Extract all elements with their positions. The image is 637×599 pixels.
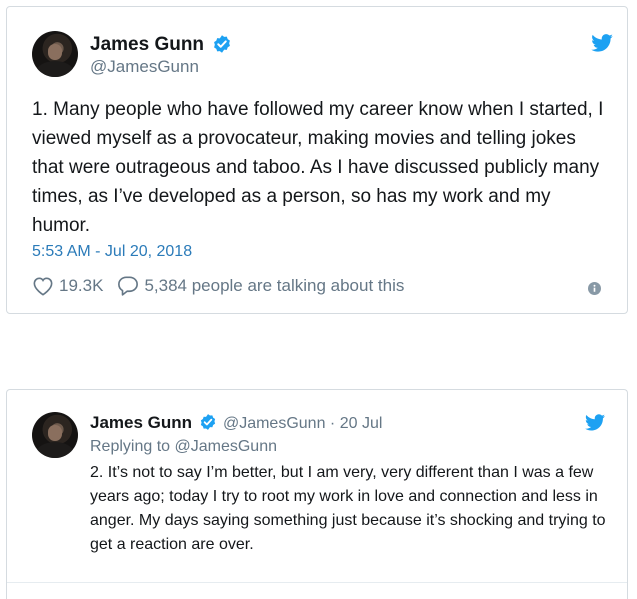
tweet-text: 1. Many people who have followed my care… (32, 99, 604, 236)
author-handle[interactable]: @JamesGunn (90, 57, 199, 77)
speech-bubble-icon (118, 276, 139, 296)
twitter-bird-icon[interactable] (585, 414, 605, 431)
conversation-button[interactable]: 5,384 people are talking about this (117, 275, 404, 296)
timestamp-link[interactable]: 5:53 AM - Jul 20, 2018 (32, 243, 192, 261)
avatar[interactable] (32, 31, 78, 77)
tweet-card-2: James Gunn @JamesGunn · 20 Jul Replying … (6, 389, 628, 599)
heart-icon (33, 276, 53, 296)
card-divider (7, 582, 627, 583)
author-name[interactable]: James Gunn (90, 413, 192, 432)
like-button[interactable]: 19.3K (32, 276, 103, 296)
verified-badge-icon (213, 35, 230, 54)
twitter-bird-icon[interactable] (591, 34, 613, 52)
author-name[interactable]: James Gunn (90, 34, 204, 55)
author-row: James Gunn @JamesGunn · 20 Jul (90, 413, 382, 433)
replying-to[interactable]: Replying to @JamesGunn (90, 438, 277, 456)
separator-dot: · (329, 415, 336, 432)
verified-badge-icon (200, 414, 215, 431)
author-handle[interactable]: @JamesGunn (223, 415, 326, 432)
tweet-card-1: James Gunn @JamesGunn 1. Many people who… (6, 6, 628, 314)
talking-text: 5,384 people are talking about this (144, 275, 405, 295)
tweet-text: 2. It’s not to say I’m better, but I am … (90, 464, 606, 553)
like-count: 19.3K (59, 275, 104, 295)
author-row: James Gunn (90, 34, 232, 56)
info-icon[interactable] (588, 282, 601, 295)
tweet-date[interactable]: 20 Jul (340, 415, 383, 432)
tweet-actions: 19.3K 5,384 people are talking about thi… (32, 275, 404, 296)
avatar[interactable] (32, 412, 78, 458)
